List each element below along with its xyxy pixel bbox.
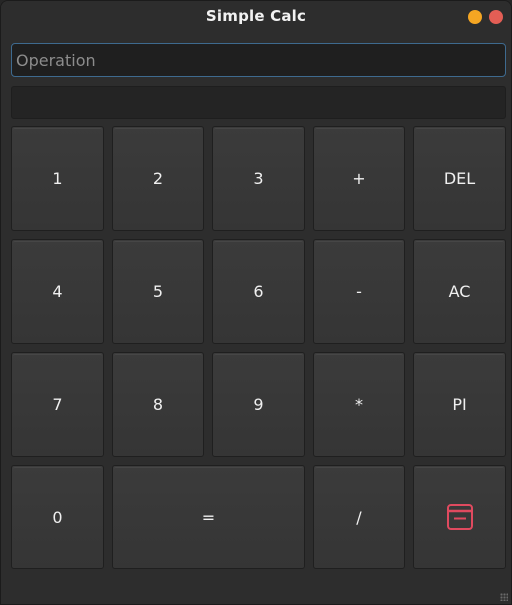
key-label: 0 bbox=[52, 507, 63, 527]
key-label: 7 bbox=[52, 395, 63, 414]
calendar-minus-button[interactable] bbox=[413, 465, 506, 569]
key-label: 8 bbox=[152, 395, 164, 414]
key-label: 5 bbox=[152, 282, 164, 301]
resize-grip[interactable] bbox=[500, 593, 508, 601]
digit-5-button[interactable]: 5 bbox=[112, 239, 204, 344]
key-label: AC bbox=[448, 282, 471, 301]
key-label: 6 bbox=[253, 282, 264, 301]
calculator-window: Simple Calc 1 2 3 + DEL 4 5 6 - AC 7 8 9… bbox=[0, 0, 512, 605]
all-clear-button[interactable]: AC bbox=[413, 239, 506, 344]
digit-6-button[interactable]: 6 bbox=[212, 239, 305, 344]
digit-7-button[interactable]: 7 bbox=[11, 352, 104, 457]
digit-3-button[interactable]: 3 bbox=[212, 126, 305, 231]
digit-0-button[interactable]: 0 bbox=[11, 465, 104, 569]
calendar-minus-icon bbox=[446, 503, 474, 531]
key-label: / bbox=[356, 507, 362, 527]
key-label: 3 bbox=[253, 169, 264, 188]
title-bar[interactable]: Simple Calc bbox=[1, 1, 511, 34]
key-label: 1 bbox=[52, 169, 63, 188]
key-label: * bbox=[355, 395, 363, 414]
equals-button[interactable]: = bbox=[112, 465, 305, 569]
digit-9-button[interactable]: 9 bbox=[212, 352, 305, 457]
minus-button[interactable]: - bbox=[313, 239, 405, 344]
digit-4-button[interactable]: 4 bbox=[11, 239, 104, 344]
key-label: DEL bbox=[443, 169, 476, 188]
window-title: Simple Calc bbox=[205, 7, 307, 25]
key-label: - bbox=[356, 282, 362, 301]
plus-button[interactable]: + bbox=[313, 126, 405, 231]
digit-2-button[interactable]: 2 bbox=[112, 126, 204, 231]
key-label: 9 bbox=[253, 395, 264, 414]
pi-button[interactable]: PI bbox=[413, 352, 506, 457]
minimize-button[interactable] bbox=[468, 10, 482, 24]
divide-button[interactable]: / bbox=[313, 465, 405, 569]
digit-8-button[interactable]: 8 bbox=[112, 352, 204, 457]
key-label: = bbox=[201, 507, 216, 527]
digit-1-button[interactable]: 1 bbox=[11, 126, 104, 231]
operation-input[interactable] bbox=[11, 43, 506, 77]
close-button[interactable] bbox=[489, 10, 503, 24]
key-label: PI bbox=[452, 395, 467, 414]
delete-button[interactable]: DEL bbox=[413, 126, 506, 231]
key-label: 4 bbox=[52, 282, 63, 301]
key-label: + bbox=[352, 169, 366, 188]
key-label: 2 bbox=[152, 169, 164, 188]
multiply-button[interactable]: * bbox=[313, 352, 405, 457]
result-display bbox=[11, 86, 506, 119]
